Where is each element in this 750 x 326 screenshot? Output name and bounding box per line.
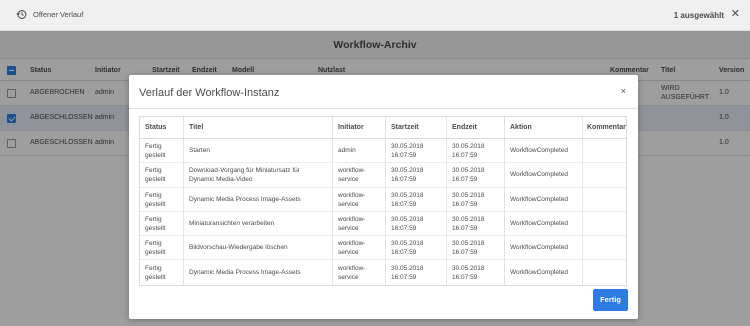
row-aktion: WorkflowCompleted [510, 171, 569, 179]
row-titel: Bildvorschau-Wiedergabe löschen [189, 244, 288, 252]
table-row: Fertig gestellt Miniaturansichten verarbe… [140, 212, 626, 237]
row-endzeit: 30.05.2018 16:07:59 [452, 191, 485, 208]
row-aktion: WorkflowCompleted [510, 195, 569, 203]
done-button[interactable]: Fertig [593, 289, 628, 311]
row-startzeit: 30.05.2018 16:07:59 [391, 264, 424, 281]
selection-count: 1 ausgewählt [673, 11, 724, 20]
row-aktion: WorkflowCompleted [510, 268, 569, 276]
column-titel[interactable]: Titel [189, 124, 203, 131]
dialog-title: Verlauf der Workflow-Instanz [139, 87, 280, 99]
row-endzeit: 30.05.2018 16:07:59 [452, 215, 485, 232]
column-initiator[interactable]: Initiator [338, 124, 364, 131]
column-status[interactable]: Status [145, 124, 166, 131]
row-titel: Dynamic Media Process Image-Assets [189, 195, 301, 203]
column-endzeit[interactable]: Endzeit [452, 124, 477, 131]
row-status: Fertig gestellt [145, 240, 166, 257]
row-status: Fertig gestellt [145, 264, 166, 281]
row-startzeit: 30.05.2018 16:07:59 [391, 240, 424, 257]
row-aktion: WorkflowCompleted [510, 244, 569, 252]
row-endzeit: 30.05.2018 16:07:59 [452, 167, 485, 184]
row-initiator: workflow-service [338, 167, 366, 184]
table-row: Fertig gestellt Starten admin 30.05.2018 1… [140, 139, 626, 164]
open-history-button[interactable]: Offener Verlauf [16, 9, 83, 20]
row-startzeit: 30.05.2018 16:07:59 [391, 191, 424, 208]
close-icon[interactable]: × [621, 86, 626, 96]
open-history-label: Offener Verlauf [33, 10, 84, 19]
row-initiator: workflow-service [338, 264, 366, 281]
table-row: Fertig gestellt Dynamic Media Process Ima… [140, 261, 626, 285]
table-row: Fertig gestellt Bildvorschau-Wiedergabe l… [140, 236, 626, 261]
dialog-divider [129, 108, 638, 109]
row-initiator: workflow-service [338, 215, 366, 232]
history-icon [16, 9, 27, 20]
row-titel: Starten [189, 147, 210, 154]
row-titel: Download-Vorgang für Miniatursatz für Dyn… [189, 167, 300, 184]
row-endzeit: 30.05.2018 16:07:59 [452, 143, 485, 159]
close-icon[interactable]: ✕ [731, 8, 740, 20]
history-table-header: Status Titel Initiator Startzeit Endzeit… [140, 117, 626, 139]
row-endzeit: 30.05.2018 16:07:59 [452, 264, 485, 281]
row-initiator: workflow-service [338, 240, 366, 257]
table-row: Fertig gestellt Dynamic Media Process Ima… [140, 188, 626, 212]
row-aktion: WorkflowCompleted [510, 219, 569, 227]
row-status: Fertig gestellt [145, 191, 166, 208]
column-aktion[interactable]: Aktion [510, 124, 532, 131]
column-startzeit[interactable]: Startzeit [391, 124, 419, 131]
row-initiator: workflow-service [338, 191, 366, 208]
row-startzeit: 30.05.2018 16:07:59 [391, 143, 424, 159]
history-table: Status Titel Initiator Startzeit Endzeit… [139, 116, 627, 286]
row-status: Fertig gestellt [145, 167, 166, 184]
row-endzeit: 30.05.2018 16:07:59 [452, 240, 485, 257]
row-titel: Miniaturansichten verarbeiten [189, 219, 275, 227]
column-kommentar[interactable]: Kommentar [587, 124, 626, 131]
row-startzeit: 30.05.2018 16:07:59 [391, 215, 424, 232]
row-status: Fertig gestellt [145, 215, 166, 232]
row-titel: Dynamic Media Process Image-Assets [189, 268, 301, 276]
row-status: Fertig gestellt [145, 143, 166, 159]
workflow-history-dialog: Verlauf der Workflow-Instanz × Status Ti… [129, 75, 638, 319]
row-initiator: admin [338, 147, 356, 154]
row-startzeit: 30.05.2018 16:07:59 [391, 167, 424, 184]
top-toolbar: Offener Verlauf 1 ausgewählt ✕ [0, 0, 750, 31]
table-row: Fertig gestellt Download-Vorgang für Mini… [140, 163, 626, 188]
row-aktion: WorkflowCompleted [510, 147, 569, 154]
